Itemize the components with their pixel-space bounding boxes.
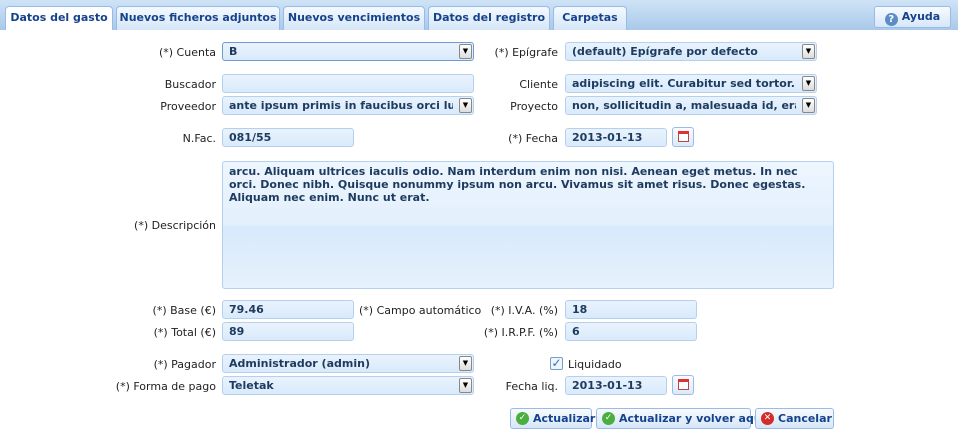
tab-datos-del-gasto[interactable]: Datos del gasto [5,6,113,31]
epigrafe-select[interactable]: (default) Epígrafe por defecto ▼ [565,42,817,61]
help-icon: ? [884,13,898,26]
descripcion-textarea[interactable]: arcu. Aliquam ultrices iaculis odio. Nam… [222,161,834,289]
proveedor-value: ante ipsum primis in faucibus orci luctu… [229,99,453,112]
calendar-icon[interactable] [672,375,694,395]
irpf-input[interactable]: 6 [565,322,697,341]
cuenta-select[interactable]: B ▼ [222,42,474,61]
chevron-down-icon[interactable]: ▼ [459,98,472,113]
cancel-icon: ✕ [761,412,774,425]
help-button[interactable]: ? Ayuda [874,6,951,28]
actualizar-button[interactable]: ✓ Actualizar [510,408,596,429]
chevron-down-icon[interactable]: ▼ [459,44,472,59]
total-input[interactable]: 89 [222,322,354,341]
buscador-input[interactable] [222,74,474,93]
tab-datos-del-registro[interactable]: Datos del registro [428,6,550,30]
chevron-down-icon[interactable]: ▼ [802,76,815,91]
epigrafe-label: (*) Epígrafe [494,46,558,59]
tab-bar: Datos del gasto Nuevos ficheros adjuntos… [0,0,958,31]
fecha-liq-input[interactable]: 2013-01-13 [565,376,667,395]
actualizar-label: Actualizar [533,412,596,425]
iva-input[interactable]: 18 [565,300,697,319]
fecha-liq-label: Fecha liq. [505,380,558,393]
help-label: Ayuda [901,10,941,23]
iva-label: (*) I.V.A. (%) [490,304,558,317]
fecha-label: (*) Fecha [508,132,558,145]
nfac-label: N.Fac. [182,132,216,145]
tab-nuevos-ficheros-adjuntos[interactable]: Nuevos ficheros adjuntos [116,6,280,30]
proveedor-label: Proveedor [160,100,216,113]
calendar-icon[interactable] [672,127,694,147]
cliente-label: Cliente [519,78,558,91]
irpf-label: (*) I.R.P.F. (%) [483,326,558,339]
check-icon: ✓ [516,412,529,425]
pagador-value: Administrador (admin) [229,357,370,370]
cliente-select[interactable]: adipiscing elit. Curabitur sed tortor. ▼ [565,74,817,93]
base-label: (*) Base (€) [152,304,216,317]
proveedor-select[interactable]: ante ipsum primis in faucibus orci luctu… [222,96,474,115]
liquidado-label: Liquidado [568,358,622,371]
actualizar-volver-label: Actualizar y volver aquí [619,412,766,425]
proyecto-label: Proyecto [510,100,558,113]
tab-carpetas[interactable]: Carpetas [553,6,627,30]
forma-pago-select[interactable]: Teletak ▼ [222,376,474,395]
descripcion-label: (*) Descripción [134,219,216,232]
check-icon: ✓ [602,412,615,425]
form-panel: (*) Cuenta B ▼ (*) Epígrafe (default) Ep… [0,30,958,443]
cuenta-label: (*) Cuenta [158,46,216,59]
forma-pago-value: Teletak [229,379,274,392]
total-label: (*) Total (€) [153,326,216,339]
buscador-label: Buscador [164,78,216,91]
chevron-down-icon[interactable]: ▼ [802,98,815,113]
chevron-down-icon[interactable]: ▼ [459,378,472,393]
nfac-input[interactable]: 081/55 [222,128,354,147]
tab-nuevos-vencimientos[interactable]: Nuevos vencimientos [283,6,425,30]
proyecto-select[interactable]: non, sollicitudin a, malesuada id, erat.… [565,96,817,115]
epigrafe-value: (default) Epígrafe por defecto [572,45,758,58]
pagador-select[interactable]: Administrador (admin) ▼ [222,354,474,373]
proyecto-value: non, sollicitudin a, malesuada id, erat.… [572,99,796,112]
campo-automatico-label: (*) Campo automático [359,304,482,317]
cliente-value: adipiscing elit. Curabitur sed tortor. [572,77,795,90]
chevron-down-icon[interactable]: ▼ [459,356,472,371]
cuenta-value: B [229,45,238,58]
cancelar-button[interactable]: ✕ Cancelar [755,408,834,429]
chevron-down-icon[interactable]: ▼ [802,44,815,59]
pagador-label: (*) Pagador [153,358,216,371]
actualizar-volver-button[interactable]: ✓ Actualizar y volver aquí [596,408,765,429]
cancelar-label: Cancelar [778,412,832,425]
liquidado-checkbox[interactable]: ✓ [550,357,563,370]
fecha-input[interactable]: 2013-01-13 [565,128,667,147]
forma-pago-label: (*) Forma de pago [115,380,216,393]
base-input[interactable]: 79.46 [222,300,354,319]
